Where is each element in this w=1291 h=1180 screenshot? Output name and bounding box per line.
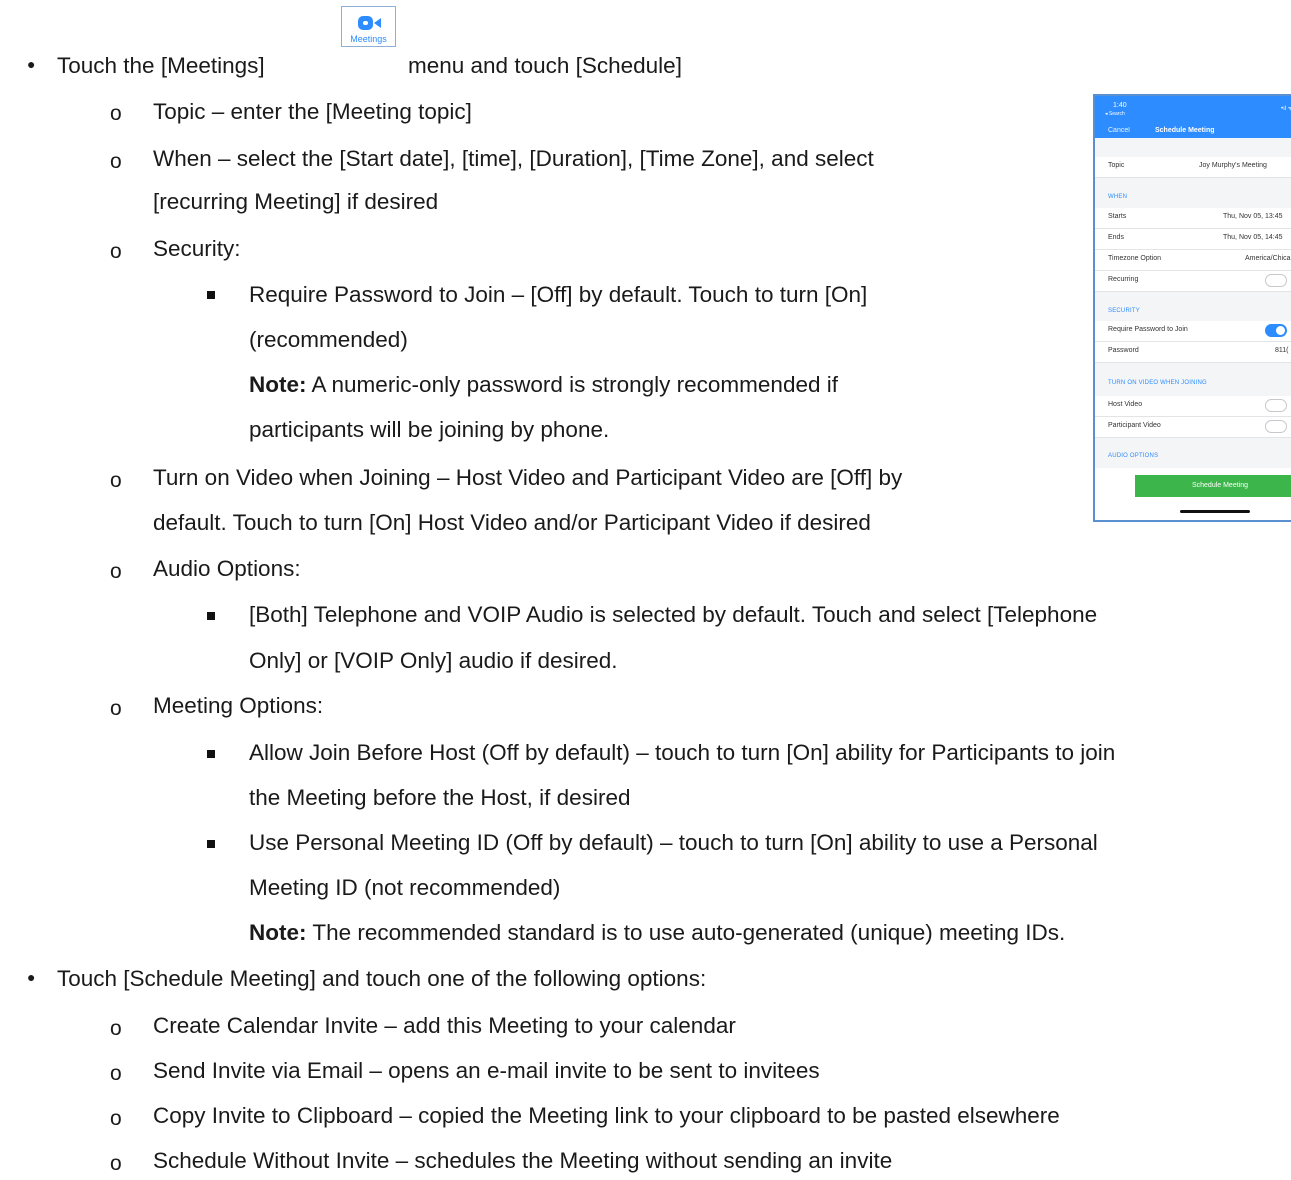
line-personal-id-cont: Meeting ID (not recommended) — [249, 875, 561, 900]
phone-password-row[interactable]: Password 811( — [1095, 342, 1291, 363]
phone-cancel-button[interactable]: Cancel — [1108, 127, 1130, 134]
line-send-email: Send Invite via Email – opens an e-mail … — [153, 1058, 820, 1083]
line-note-ids: Note: The recommended standard is to use… — [249, 920, 1066, 945]
phone-title: Schedule Meeting — [1155, 127, 1215, 134]
bullet-circle: o — [110, 1017, 122, 1040]
phone-participant-video-row: Participant Video — [1095, 417, 1291, 438]
phone-ends-row[interactable]: Ends Thu, Nov 05, 14:45 — [1095, 229, 1291, 250]
bullet-circle: o — [110, 560, 122, 583]
phone-topic-row[interactable]: Topic Joy Murphy's Meeting — [1095, 157, 1291, 178]
phone-home-indicator — [1180, 510, 1250, 513]
line-meeting-options: Meeting Options: — [153, 693, 324, 718]
require-password-toggle[interactable] — [1265, 324, 1287, 337]
bullet-circle: o — [110, 697, 122, 720]
line-join-before-host: Allow Join Before Host (Off by default) … — [249, 740, 1116, 765]
bullet-circle: o — [110, 1107, 122, 1130]
bullet-circle: o — [110, 1062, 122, 1085]
line-security: Security: — [153, 236, 241, 261]
bullet-square — [207, 750, 215, 758]
phone-require-password-row: Require Password to Join — [1095, 321, 1291, 342]
bullet-square — [207, 291, 215, 299]
line-note-password-cont: participants will be joining by phone. — [249, 417, 610, 442]
phone-when-header: WHEN — [1108, 194, 1128, 200]
phone-screenshot: 1:40 ◂ Search •ıl ᯤ Cancel Schedule Meet… — [1093, 94, 1291, 522]
line-when: When – select the [Start date], [time], … — [153, 146, 874, 171]
line-note-password: Note: A numeric-only password is strongl… — [249, 372, 838, 397]
line-schedule-meeting: Touch [Schedule Meeting] and touch one o… — [57, 966, 707, 991]
line-recommended: (recommended) — [249, 327, 408, 352]
bullet-circle: o — [110, 240, 122, 263]
phone-security-header: SECURITY — [1108, 308, 1140, 314]
line-video-cont: default. Touch to turn [On] Host Video a… — [153, 510, 871, 535]
note-password-text: A numeric-only password is strongly reco… — [311, 372, 838, 397]
line-topic: Topic – enter the [Meeting topic] — [153, 99, 472, 124]
phone-timezone-row[interactable]: Timezone Option America/Chica — [1095, 250, 1291, 271]
bullet-square — [207, 612, 215, 620]
line-audio-options: Audio Options: — [153, 556, 301, 581]
bullet-dot: ● — [27, 969, 36, 985]
host-video-toggle[interactable] — [1265, 399, 1287, 412]
line-personal-id: Use Personal Meeting ID (Off by default)… — [249, 830, 1098, 855]
line-meetings-menu-b: menu and touch [Schedule] — [408, 53, 682, 78]
phone-audio-header: AUDIO OPTIONS — [1108, 453, 1159, 459]
note-ids-text: The recommended standard is to use auto-… — [312, 920, 1066, 945]
line-audio-both-cont: Only] or [VOIP Only] audio if desired. — [249, 648, 618, 673]
phone-schedule-meeting-button[interactable]: Schedule Meeting — [1135, 475, 1291, 497]
phone-video-header: TURN ON VIDEO WHEN JOINING — [1108, 380, 1207, 386]
phone-signal-icon: •ıl ᯤ — [1281, 106, 1291, 112]
phone-host-video-row: Host Video — [1095, 396, 1291, 417]
phone-time: 1:40 — [1113, 102, 1127, 109]
line-copy-clipboard: Copy Invite to Clipboard – copied the Me… — [153, 1103, 1060, 1128]
phone-header: 1:40 ◂ Search •ıl ᯤ Cancel Schedule Meet… — [1095, 96, 1291, 138]
bullet-circle: o — [110, 150, 122, 173]
bullet-dot: ● — [27, 56, 36, 72]
line-when-cont: [recurring Meeting] if desired — [153, 189, 439, 214]
recurring-toggle[interactable] — [1265, 274, 1287, 287]
note-label: Note: — [249, 372, 307, 397]
line-video: Turn on Video when Joining – Host Video … — [153, 465, 903, 490]
meetings-icon: Meetings — [341, 6, 396, 47]
phone-starts-row[interactable]: Starts Thu, Nov 05, 13:45 — [1095, 208, 1291, 229]
line-schedule-without-invite: Schedule Without Invite – schedules the … — [153, 1148, 893, 1173]
meetings-icon-label: Meetings — [350, 34, 387, 44]
line-meetings-menu-a: Touch the [Meetings] — [57, 53, 265, 78]
participant-video-toggle[interactable] — [1265, 420, 1287, 433]
phone-back-link: ◂ Search — [1105, 111, 1125, 117]
line-join-before-host-cont: the Meeting before the Host, if desired — [249, 785, 631, 810]
phone-recurring-row: Recurring — [1095, 271, 1291, 292]
note-label: Note: — [249, 920, 307, 945]
bullet-circle: o — [110, 469, 122, 492]
bullet-circle: o — [110, 102, 122, 125]
line-create-calendar: Create Calendar Invite – add this Meetin… — [153, 1013, 736, 1038]
bullet-circle: o — [110, 1152, 122, 1175]
line-require-password: Require Password to Join – [Off] by defa… — [249, 282, 868, 307]
line-audio-both: [Both] Telephone and VOIP Audio is selec… — [249, 602, 1098, 627]
bullet-square — [207, 840, 215, 848]
